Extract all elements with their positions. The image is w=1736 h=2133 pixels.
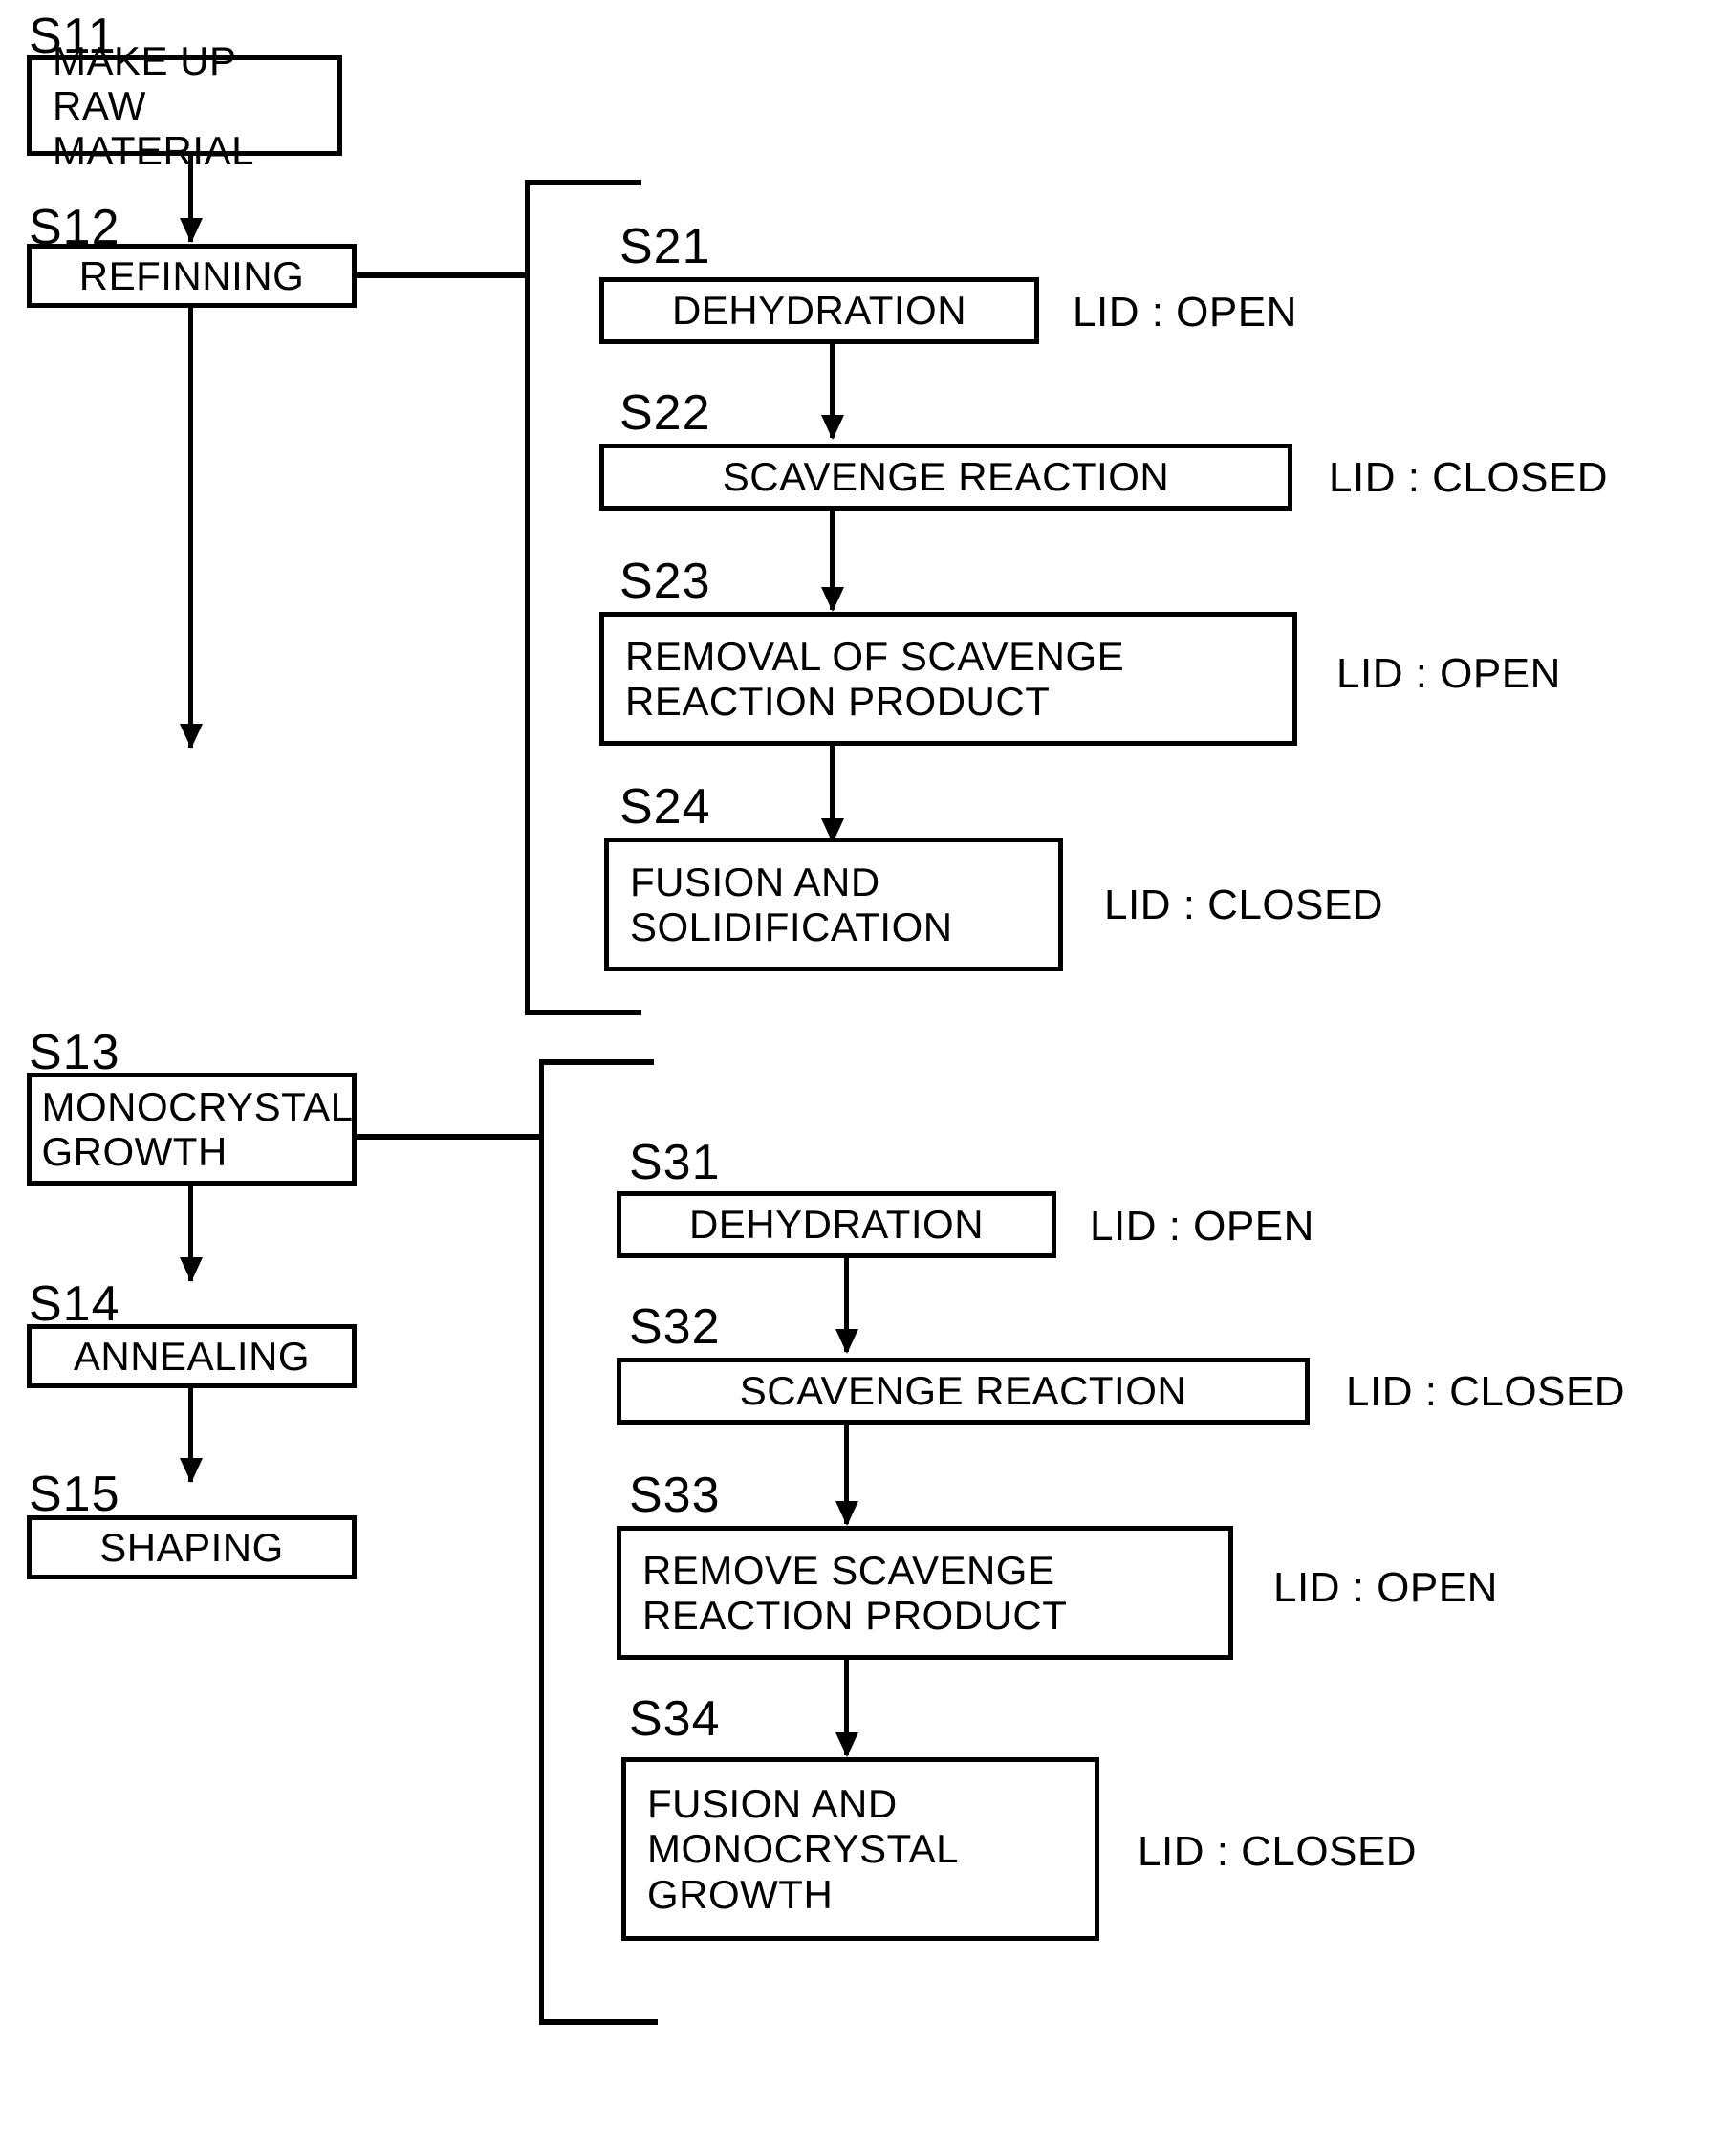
step-label-s15: S15 bbox=[29, 1467, 120, 1522]
branch-arm-lower-bottom bbox=[539, 2019, 658, 2025]
branch-stub-s13 bbox=[357, 1134, 544, 1140]
arrowhead-s33-s34 bbox=[835, 1732, 858, 1757]
process-box-s15-text: SHAPING bbox=[99, 1524, 284, 1570]
process-box-s12-text: REFINNING bbox=[78, 252, 305, 298]
arrowhead-s13-s14 bbox=[180, 1257, 203, 1282]
process-box-s11: MAKE UP RAW MATERIAL bbox=[27, 38, 342, 173]
step-label-s33: S33 bbox=[629, 1468, 721, 1523]
process-box-s23-text: REMOVAL OF SCAVENGE REACTION PRODUCT bbox=[625, 633, 1125, 724]
step-label-s22: S22 bbox=[619, 385, 711, 441]
branch-arm-upper-bottom bbox=[525, 1010, 641, 1015]
lid-label-s22: LID : CLOSED bbox=[1329, 454, 1609, 501]
lid-label-s33: LID : OPEN bbox=[1273, 1564, 1498, 1611]
process-box-s21: DEHYDRATION bbox=[599, 277, 1039, 344]
process-box-s33-text: REMOVE SCAVENGE REACTION PRODUCT bbox=[642, 1547, 1068, 1638]
process-box-s32: SCAVENGE REACTION bbox=[617, 1358, 1310, 1425]
arrowhead-s31-s32 bbox=[835, 1329, 858, 1354]
lid-label-s32: LID : CLOSED bbox=[1346, 1368, 1626, 1415]
process-box-s14-text: ANNEALING bbox=[73, 1333, 311, 1379]
arrowhead-s12-s13 bbox=[180, 724, 203, 749]
branch-spine-upper bbox=[525, 180, 530, 1015]
step-label-s34: S34 bbox=[629, 1691, 721, 1747]
process-box-s33: REMOVE SCAVENGE REACTION PRODUCT bbox=[617, 1526, 1233, 1660]
process-box-s22-text: SCAVENGE REACTION bbox=[722, 454, 1170, 500]
lid-label-s21: LID : OPEN bbox=[1073, 289, 1297, 336]
step-label-s24: S24 bbox=[619, 779, 711, 835]
process-box-s21-text: DEHYDRATION bbox=[671, 288, 967, 334]
process-box-s31-text: DEHYDRATION bbox=[688, 1202, 985, 1248]
connector-s12-s13 bbox=[188, 308, 193, 748]
arrowhead-s32-s33 bbox=[835, 1501, 858, 1526]
step-label-s13: S13 bbox=[29, 1025, 120, 1080]
step-label-s23: S23 bbox=[619, 554, 711, 609]
arrowhead-s22-s23 bbox=[821, 587, 844, 612]
flowchart-canvas: S11 MAKE UP RAW MATERIAL S12 REFINNING S… bbox=[0, 0, 1736, 2133]
process-box-s31: DEHYDRATION bbox=[617, 1191, 1056, 1258]
process-box-s11-text: MAKE UP RAW MATERIAL bbox=[53, 37, 254, 174]
step-label-s31: S31 bbox=[629, 1135, 721, 1190]
lid-label-s23: LID : OPEN bbox=[1336, 650, 1561, 697]
branch-arm-lower-top bbox=[539, 1059, 654, 1065]
step-label-s21: S21 bbox=[619, 219, 711, 274]
process-box-s24: FUSION AND SOLIDIFICATION bbox=[604, 838, 1063, 971]
branch-spine-lower bbox=[539, 1059, 544, 2025]
arrowhead-s14-s15 bbox=[180, 1458, 203, 1483]
lid-label-s34: LID : CLOSED bbox=[1138, 1828, 1418, 1875]
step-label-s32: S32 bbox=[629, 1299, 721, 1355]
process-box-s34-text: FUSION AND MONOCRYSTAL GROWTH bbox=[647, 1781, 959, 1917]
step-label-s14: S14 bbox=[29, 1276, 120, 1332]
process-box-s13-text: MONOCRYSTAL GROWTH bbox=[41, 1083, 354, 1174]
process-box-s23: REMOVAL OF SCAVENGE REACTION PRODUCT bbox=[599, 612, 1297, 746]
process-box-s34: FUSION AND MONOCRYSTAL GROWTH bbox=[621, 1757, 1099, 1941]
process-box-s13: MONOCRYSTAL GROWTH bbox=[27, 1073, 357, 1186]
process-box-s12: REFINNING bbox=[27, 244, 357, 308]
arrowhead-s21-s22 bbox=[821, 415, 844, 440]
lid-label-s31: LID : OPEN bbox=[1090, 1203, 1314, 1250]
process-box-s15: SHAPING bbox=[27, 1515, 357, 1579]
arrowhead-s11-s12 bbox=[180, 218, 203, 243]
branch-stub-s12 bbox=[357, 272, 529, 278]
process-box-s24-text: FUSION AND SOLIDIFICATION bbox=[630, 859, 953, 949]
process-box-s32-text: SCAVENGE REACTION bbox=[739, 1368, 1187, 1414]
process-box-s14: ANNEALING bbox=[27, 1324, 357, 1388]
branch-arm-upper-top bbox=[525, 180, 641, 185]
lid-label-s24: LID : CLOSED bbox=[1104, 881, 1384, 928]
process-box-s22: SCAVENGE REACTION bbox=[599, 444, 1292, 511]
